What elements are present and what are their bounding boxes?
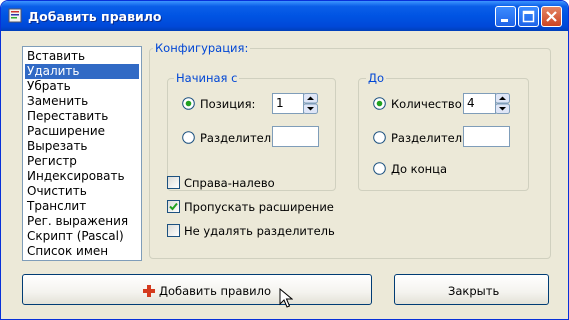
app-icon [8, 8, 22, 23]
to-end-radio[interactable] [373, 162, 386, 175]
list-item[interactable]: Список имен [25, 244, 139, 259]
config-group-label: Конфигурация: [153, 41, 251, 55]
checkmark-icon [169, 202, 178, 211]
start-group-label: Начиная с [174, 71, 240, 85]
position-label: Позиция: [200, 97, 256, 111]
list-item[interactable]: Вырезать [25, 139, 139, 154]
close-label: Закрыть [448, 284, 500, 298]
end-delimiter-radio[interactable] [373, 131, 386, 144]
keep-delimiter-checkbox[interactable] [167, 224, 180, 237]
close-window-button[interactable] [541, 6, 562, 27]
end-delimiter-input[interactable] [463, 126, 510, 147]
add-rule-label: Добавить правило [159, 284, 272, 298]
skip-extension-label: Пропускать расширение [184, 200, 334, 214]
right-to-left-checkbox[interactable] [167, 176, 180, 189]
right-to-left-label: Справа-налево [184, 176, 275, 190]
window-title: Добавить правило [28, 9, 162, 24]
list-item[interactable]: Транслит [25, 199, 139, 214]
list-item[interactable]: Переставить [25, 109, 139, 124]
list-item[interactable]: Рег. выражения [25, 214, 139, 229]
list-item[interactable]: Очистить [25, 184, 139, 199]
plus-icon [143, 285, 155, 297]
maximize-button[interactable] [518, 6, 539, 27]
skip-extension-checkbox[interactable] [167, 200, 180, 213]
count-label: Количество: [391, 97, 466, 111]
rules-listbox[interactable]: Вставить Удалить Убрать Заменить Переста… [22, 46, 142, 261]
list-item-selected[interactable]: Удалить [25, 64, 139, 79]
list-item[interactable]: Индексировать [25, 169, 139, 184]
position-radio[interactable] [182, 97, 195, 110]
keep-delimiter-label: Не удалять разделитель [184, 224, 335, 238]
close-icon [546, 11, 557, 22]
to-group-label: До [366, 71, 387, 85]
add-rule-button[interactable]: Добавить правило [22, 274, 372, 305]
title-bar[interactable]: Добавить правило [1, 1, 568, 31]
minimize-button[interactable] [495, 6, 516, 27]
list-item[interactable]: Вставить [25, 49, 139, 64]
end-delimiter-label: Разделитель: [391, 131, 473, 145]
list-item[interactable]: Регистр [25, 154, 139, 169]
count-stepper[interactable] [495, 93, 510, 114]
count-radio[interactable] [373, 97, 386, 110]
close-button[interactable]: Закрыть [394, 274, 549, 305]
add-rule-dialog: Добавить правило Вставить Удалить Убрать… [0, 0, 569, 320]
start-delimiter-label: Разделитель: [200, 131, 282, 145]
mouse-cursor-icon [279, 288, 293, 308]
list-item[interactable]: Расширение [25, 124, 139, 139]
count-input[interactable]: 4 [463, 93, 496, 114]
list-item[interactable]: Убрать [25, 79, 139, 94]
start-delimiter-radio[interactable] [182, 131, 195, 144]
to-end-label: До конца [391, 162, 448, 176]
minimize-icon [501, 19, 508, 22]
start-delimiter-input[interactable] [272, 126, 319, 147]
dialog-client: Вставить Удалить Убрать Заменить Переста… [4, 31, 565, 316]
list-item[interactable]: Заменить [25, 94, 139, 109]
position-input[interactable]: 1 [272, 93, 304, 114]
list-item[interactable]: Скрипт (Pascal) [25, 229, 139, 244]
position-stepper[interactable] [303, 93, 318, 114]
maximize-icon [522, 10, 535, 23]
